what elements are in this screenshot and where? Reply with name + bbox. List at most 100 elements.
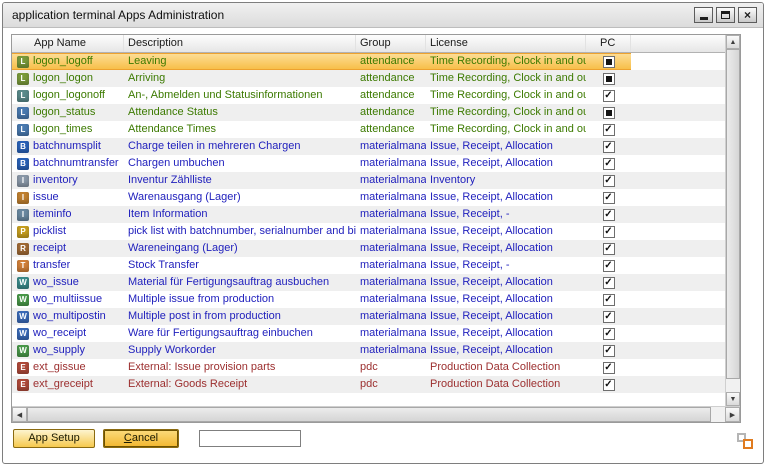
- pc-checkbox[interactable]: [603, 328, 615, 340]
- pc-checkbox[interactable]: [603, 107, 615, 119]
- table-row[interactable]: L logon_status Attendance Status attenda…: [12, 104, 725, 121]
- minimize-button[interactable]: [694, 7, 713, 23]
- app-license: Production Data Collection: [426, 359, 586, 376]
- pc-checkbox[interactable]: [603, 345, 615, 357]
- table-row[interactable]: E ext_gissue External: Issue provision p…: [12, 359, 725, 376]
- pc-cell: [586, 308, 631, 325]
- pc-checkbox[interactable]: [603, 209, 615, 221]
- scroll-up-icon[interactable]: ▲: [726, 35, 740, 49]
- app-description: Multiple issue from production: [124, 291, 356, 308]
- app-group: materialmanagement: [356, 138, 426, 155]
- table-row[interactable]: B batchnumtransfer Chargen umbuchen mate…: [12, 155, 725, 172]
- app-icon: T: [17, 260, 29, 272]
- row-filler: [631, 87, 725, 104]
- table-row[interactable]: I issue Warenausgang (Lager) materialman…: [12, 189, 725, 206]
- row-filler: [631, 104, 725, 121]
- table-row[interactable]: W wo_receipt Ware für Fertigungsauftrag …: [12, 325, 725, 342]
- app-license: Issue, Receipt, Allocation: [426, 240, 586, 257]
- pc-checkbox[interactable]: [603, 362, 615, 374]
- filter-input[interactable]: [199, 430, 301, 447]
- app-name-cell: T transfer: [12, 257, 124, 274]
- column-header-license[interactable]: License: [426, 35, 586, 52]
- vertical-scrollbar[interactable]: ▲ ▼: [725, 35, 740, 406]
- pc-checkbox[interactable]: [603, 158, 615, 170]
- vertical-scrollbar-thumb[interactable]: [726, 49, 740, 379]
- pc-cell: [586, 240, 631, 257]
- app-name-cell: I issue: [12, 189, 124, 206]
- table-row[interactable]: B batchnumsplit Charge teilen in mehrere…: [12, 138, 725, 155]
- pc-checkbox[interactable]: [603, 90, 615, 102]
- table-row[interactable]: W wo_supply Supply Workorder materialman…: [12, 342, 725, 359]
- app-icon: L: [17, 107, 29, 119]
- app-name-text: logon_times: [33, 121, 92, 138]
- cancel-label-rest: ancel: [132, 432, 158, 444]
- pc-checkbox[interactable]: [603, 56, 615, 68]
- pc-cell: [586, 291, 631, 308]
- app-license: Time Recording, Clock in and out: [426, 70, 586, 87]
- table-row[interactable]: T transfer Stock Transfer materialmanage…: [12, 257, 725, 274]
- app-name-text: batchnumtransfer: [33, 155, 119, 172]
- column-header-app-name[interactable]: App Name: [12, 35, 124, 52]
- row-filler: [631, 189, 725, 206]
- resize-grip[interactable]: [737, 433, 753, 449]
- app-group: materialmanagement: [356, 223, 426, 240]
- pc-checkbox[interactable]: [603, 73, 615, 85]
- scroll-right-icon[interactable]: ▶: [725, 407, 740, 422]
- table-row[interactable]: L logon_logonoff An-, Abmelden und Statu…: [12, 87, 725, 104]
- pc-checkbox[interactable]: [603, 311, 615, 323]
- row-cells: I iteminfo Item Information materialmana…: [12, 206, 631, 223]
- app-description: Stock Transfer: [124, 257, 356, 274]
- table-row[interactable]: E ext_greceipt External: Goods Receipt p…: [12, 376, 725, 393]
- table-row[interactable]: I inventory Inventur Zählliste materialm…: [12, 172, 725, 189]
- app-description: External: Goods Receipt: [124, 376, 356, 393]
- row-filler: [631, 240, 725, 257]
- column-header-group[interactable]: Group: [356, 35, 426, 52]
- app-name-text: iteminfo: [33, 206, 72, 223]
- table-row[interactable]: P picklist pick list with batchnumber, s…: [12, 223, 725, 240]
- close-button[interactable]: ×: [738, 7, 757, 23]
- column-header-description[interactable]: Description: [124, 35, 356, 52]
- app-description: Charge teilen in mehreren Chargen: [124, 138, 356, 155]
- app-icon: I: [17, 209, 29, 221]
- pc-cell: [586, 138, 631, 155]
- table-row[interactable]: L logon_logoff Leaving attendance Time R…: [12, 53, 725, 70]
- row-cells: I inventory Inventur Zählliste materialm…: [12, 172, 631, 189]
- pc-checkbox[interactable]: [603, 124, 615, 136]
- app-group: attendance: [356, 121, 426, 138]
- maximize-button[interactable]: [716, 7, 735, 23]
- horizontal-scrollbar[interactable]: ◀ ▶: [12, 406, 740, 422]
- app-name-text: inventory: [33, 172, 78, 189]
- cancel-button[interactable]: Cancel: [103, 429, 179, 448]
- app-name-text: picklist: [33, 223, 66, 240]
- pc-cell: [586, 53, 631, 70]
- pc-checkbox[interactable]: [603, 141, 615, 153]
- app-group: materialmanagement: [356, 155, 426, 172]
- app-icon: L: [17, 90, 29, 102]
- pc-checkbox[interactable]: [603, 379, 615, 391]
- app-license: Issue, Receipt, Allocation: [426, 138, 586, 155]
- table-row[interactable]: W wo_multipostin Multiple post in from p…: [12, 308, 725, 325]
- pc-checkbox[interactable]: [603, 226, 615, 238]
- scroll-down-icon[interactable]: ▼: [726, 392, 740, 406]
- app-group: pdc: [356, 376, 426, 393]
- table-row[interactable]: I iteminfo Item Information materialmana…: [12, 206, 725, 223]
- table-row[interactable]: L logon_times Attendance Times attendanc…: [12, 121, 725, 138]
- table-row[interactable]: L logon_logon Arriving attendance Time R…: [12, 70, 725, 87]
- pc-checkbox[interactable]: [603, 243, 615, 255]
- pc-cell: [586, 359, 631, 376]
- horizontal-scrollbar-thumb[interactable]: [27, 407, 711, 422]
- pc-checkbox[interactable]: [603, 260, 615, 272]
- column-header-pc[interactable]: PC: [586, 35, 631, 52]
- scroll-left-icon[interactable]: ◀: [12, 407, 27, 422]
- row-filler: [631, 376, 725, 393]
- table-row[interactable]: R receipt Wareneingang (Lager) materialm…: [12, 240, 725, 257]
- pc-checkbox[interactable]: [603, 192, 615, 204]
- table-row[interactable]: W wo_multiissue Multiple issue from prod…: [12, 291, 725, 308]
- app-description: Inventur Zählliste: [124, 172, 356, 189]
- app-setup-button[interactable]: App Setup: [13, 429, 95, 448]
- table-row[interactable]: W wo_issue Material für Fertigungsauftra…: [12, 274, 725, 291]
- pc-checkbox[interactable]: [603, 294, 615, 306]
- pc-checkbox[interactable]: [603, 175, 615, 187]
- app-name-text: ext_greceipt: [33, 376, 93, 393]
- pc-checkbox[interactable]: [603, 277, 615, 289]
